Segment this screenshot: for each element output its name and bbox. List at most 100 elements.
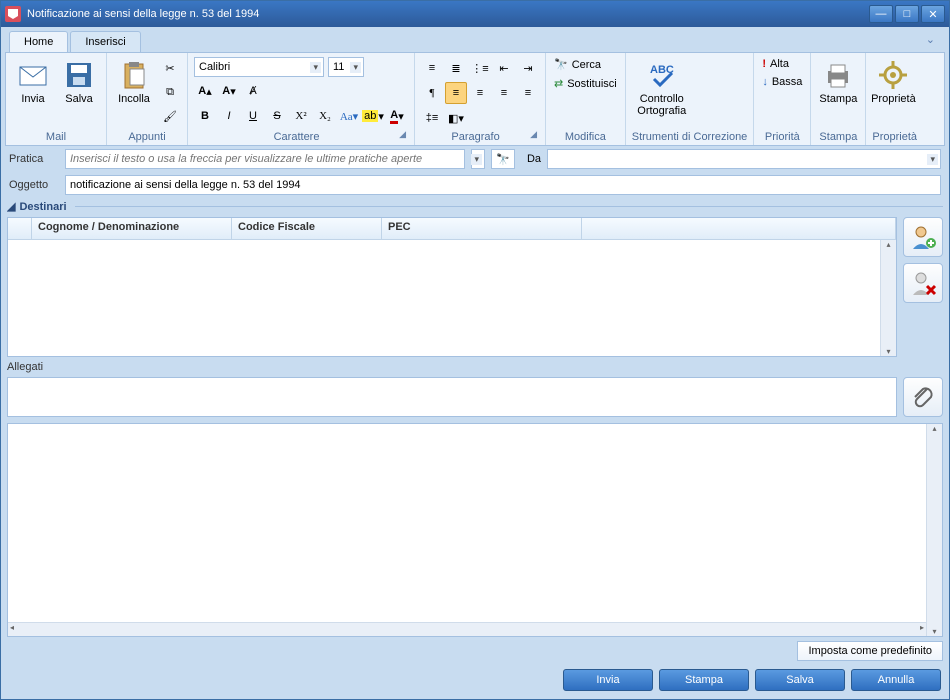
remove-recipient-button[interactable]: [903, 263, 943, 303]
allegati-label: Allegati: [7, 361, 943, 373]
group-proprieta: Proprietà Proprietà: [866, 53, 923, 145]
col-cognome[interactable]: Cognome / Denominazione: [32, 218, 232, 239]
destinari-table: Cognome / Denominazione Codice Fiscale P…: [7, 217, 897, 357]
maximize-button[interactable]: □: [895, 5, 919, 23]
copy-button[interactable]: ⧉: [159, 81, 181, 103]
pilcrow-button[interactable]: ¶: [421, 82, 443, 104]
shading-button[interactable]: ◧▾: [445, 107, 467, 129]
bullet-list-button[interactable]: ≡: [421, 57, 443, 79]
priorita-alta-button[interactable]: !Alta: [760, 57, 791, 71]
sostituisci-button[interactable]: ⇄Sostituisci: [552, 76, 619, 91]
multilevel-icon: ⋮≡: [471, 62, 488, 75]
pratica-dropdown[interactable]: [471, 149, 485, 169]
format-painter-button[interactable]: 🖌: [159, 105, 181, 127]
floppy-icon: [63, 59, 95, 91]
subscript-button[interactable]: X₂: [314, 105, 336, 127]
minimize-button[interactable]: —: [869, 5, 893, 23]
number-list-button[interactable]: ≣: [445, 57, 467, 79]
group-appunti: Incolla ✂ ⧉ 🖌 Appunti: [107, 53, 188, 145]
group-correzione: ABC Controllo Ortografia Strumenti di Co…: [626, 53, 755, 145]
highlight-button[interactable]: ab▾: [362, 105, 384, 127]
align-center-button[interactable]: ≡: [469, 82, 491, 104]
bullet-list-icon: ≡: [429, 62, 435, 74]
grow-font-button[interactable]: A▴: [194, 80, 216, 102]
change-case-button[interactable]: Aa▾: [338, 105, 360, 127]
proprieta-button[interactable]: Proprietà: [872, 57, 914, 107]
superscript-button[interactable]: X²: [290, 105, 312, 127]
decrease-indent-button[interactable]: ⇤: [493, 57, 515, 79]
add-recipient-button[interactable]: [903, 217, 943, 257]
stampa-button[interactable]: Stampa: [817, 57, 859, 107]
allegati-list[interactable]: [7, 377, 897, 417]
paragrafo-dialog-launcher[interactable]: ◢: [530, 129, 539, 143]
group-priorita: !Alta ↓Bassa Priorità: [754, 53, 811, 145]
pratica-search-button[interactable]: 🔭: [491, 149, 515, 169]
da-label: Da: [521, 153, 541, 165]
collapse-icon: ◢: [7, 200, 15, 213]
align-center-icon: ≡: [477, 87, 483, 99]
align-left-button[interactable]: ≡: [445, 82, 467, 104]
window-title: Notificazione ai sensi della legge n. 53…: [27, 8, 869, 20]
group-mail: Invia Salva Mail: [6, 53, 107, 145]
editor-scrollbar-h[interactable]: [8, 622, 926, 636]
salva-action-button[interactable]: Salva: [755, 669, 845, 691]
align-right-icon: ≡: [501, 87, 507, 99]
person-add-icon: [909, 223, 937, 251]
oggetto-label: Oggetto: [9, 179, 59, 191]
col-extra[interactable]: [582, 218, 896, 239]
row-selector-header[interactable]: [8, 218, 32, 239]
button-bar: Invia Stampa Salva Annulla: [1, 663, 949, 699]
tab-inserisci[interactable]: Inserisci: [70, 31, 140, 52]
allegati-area: [7, 377, 943, 417]
close-button[interactable]: ✕: [921, 5, 945, 23]
line-spacing-icon: ‡≡: [426, 112, 439, 124]
envelope-icon: [17, 59, 49, 91]
strike-button[interactable]: S: [266, 105, 288, 127]
da-select[interactable]: [547, 149, 941, 169]
destinari-header[interactable]: ◢ Destinari: [7, 200, 943, 213]
justify-button[interactable]: ≡: [517, 82, 539, 104]
font-size-select[interactable]: 11: [328, 57, 364, 77]
cerca-button[interactable]: 🔭Cerca: [552, 57, 603, 72]
ribbon-collapse-icon[interactable]: ⌄: [920, 31, 941, 52]
invia-action-button[interactable]: Invia: [563, 669, 653, 691]
increase-indent-button[interactable]: ⇥: [517, 57, 539, 79]
font-family-select[interactable]: Calibri: [194, 57, 324, 77]
bold-button[interactable]: B: [194, 105, 216, 127]
table-scrollbar[interactable]: [880, 240, 896, 356]
incolla-button[interactable]: Incolla: [113, 57, 155, 107]
editor-scrollbar-v[interactable]: [926, 424, 942, 636]
clear-format-button[interactable]: Ⱥ: [242, 80, 264, 102]
line-spacing-button[interactable]: ‡≡: [421, 107, 443, 129]
italic-button[interactable]: I: [218, 105, 240, 127]
person-remove-icon: [909, 269, 937, 297]
cut-button[interactable]: ✂: [159, 57, 181, 79]
message-editor[interactable]: [7, 423, 943, 637]
stampa-action-button[interactable]: Stampa: [659, 669, 749, 691]
underline-button[interactable]: U: [242, 105, 264, 127]
imposta-predefinito-button[interactable]: Imposta come predefinito: [797, 641, 943, 661]
attach-button[interactable]: [903, 377, 943, 417]
pratica-input[interactable]: [65, 149, 465, 169]
app-icon: [5, 6, 21, 22]
carattere-dialog-launcher[interactable]: ◢: [399, 129, 408, 143]
font-color-button[interactable]: A▾: [386, 105, 408, 127]
salva-button[interactable]: Salva: [58, 57, 100, 107]
oggetto-row: Oggetto: [1, 172, 949, 198]
multilevel-list-button[interactable]: ⋮≡: [469, 57, 491, 79]
col-codice-fiscale[interactable]: Codice Fiscale: [232, 218, 382, 239]
col-pec[interactable]: PEC: [382, 218, 582, 239]
oggetto-input[interactable]: [65, 175, 941, 195]
tab-home[interactable]: Home: [9, 31, 68, 52]
group-modifica: 🔭Cerca ⇄Sostituisci Modifica: [546, 53, 626, 145]
priorita-bassa-button[interactable]: ↓Bassa: [760, 75, 804, 89]
titlebar: Notificazione ai sensi della legge n. 53…: [1, 1, 949, 27]
shrink-font-button[interactable]: A▾: [218, 80, 240, 102]
copy-icon: ⧉: [166, 86, 174, 99]
binoculars-icon: 🔭: [496, 153, 510, 166]
brush-icon: 🖌: [163, 110, 177, 123]
controllo-ortografia-button[interactable]: ABC Controllo Ortografia: [632, 57, 692, 119]
annulla-action-button[interactable]: Annulla: [851, 669, 941, 691]
align-right-button[interactable]: ≡: [493, 82, 515, 104]
invia-button[interactable]: Invia: [12, 57, 54, 107]
